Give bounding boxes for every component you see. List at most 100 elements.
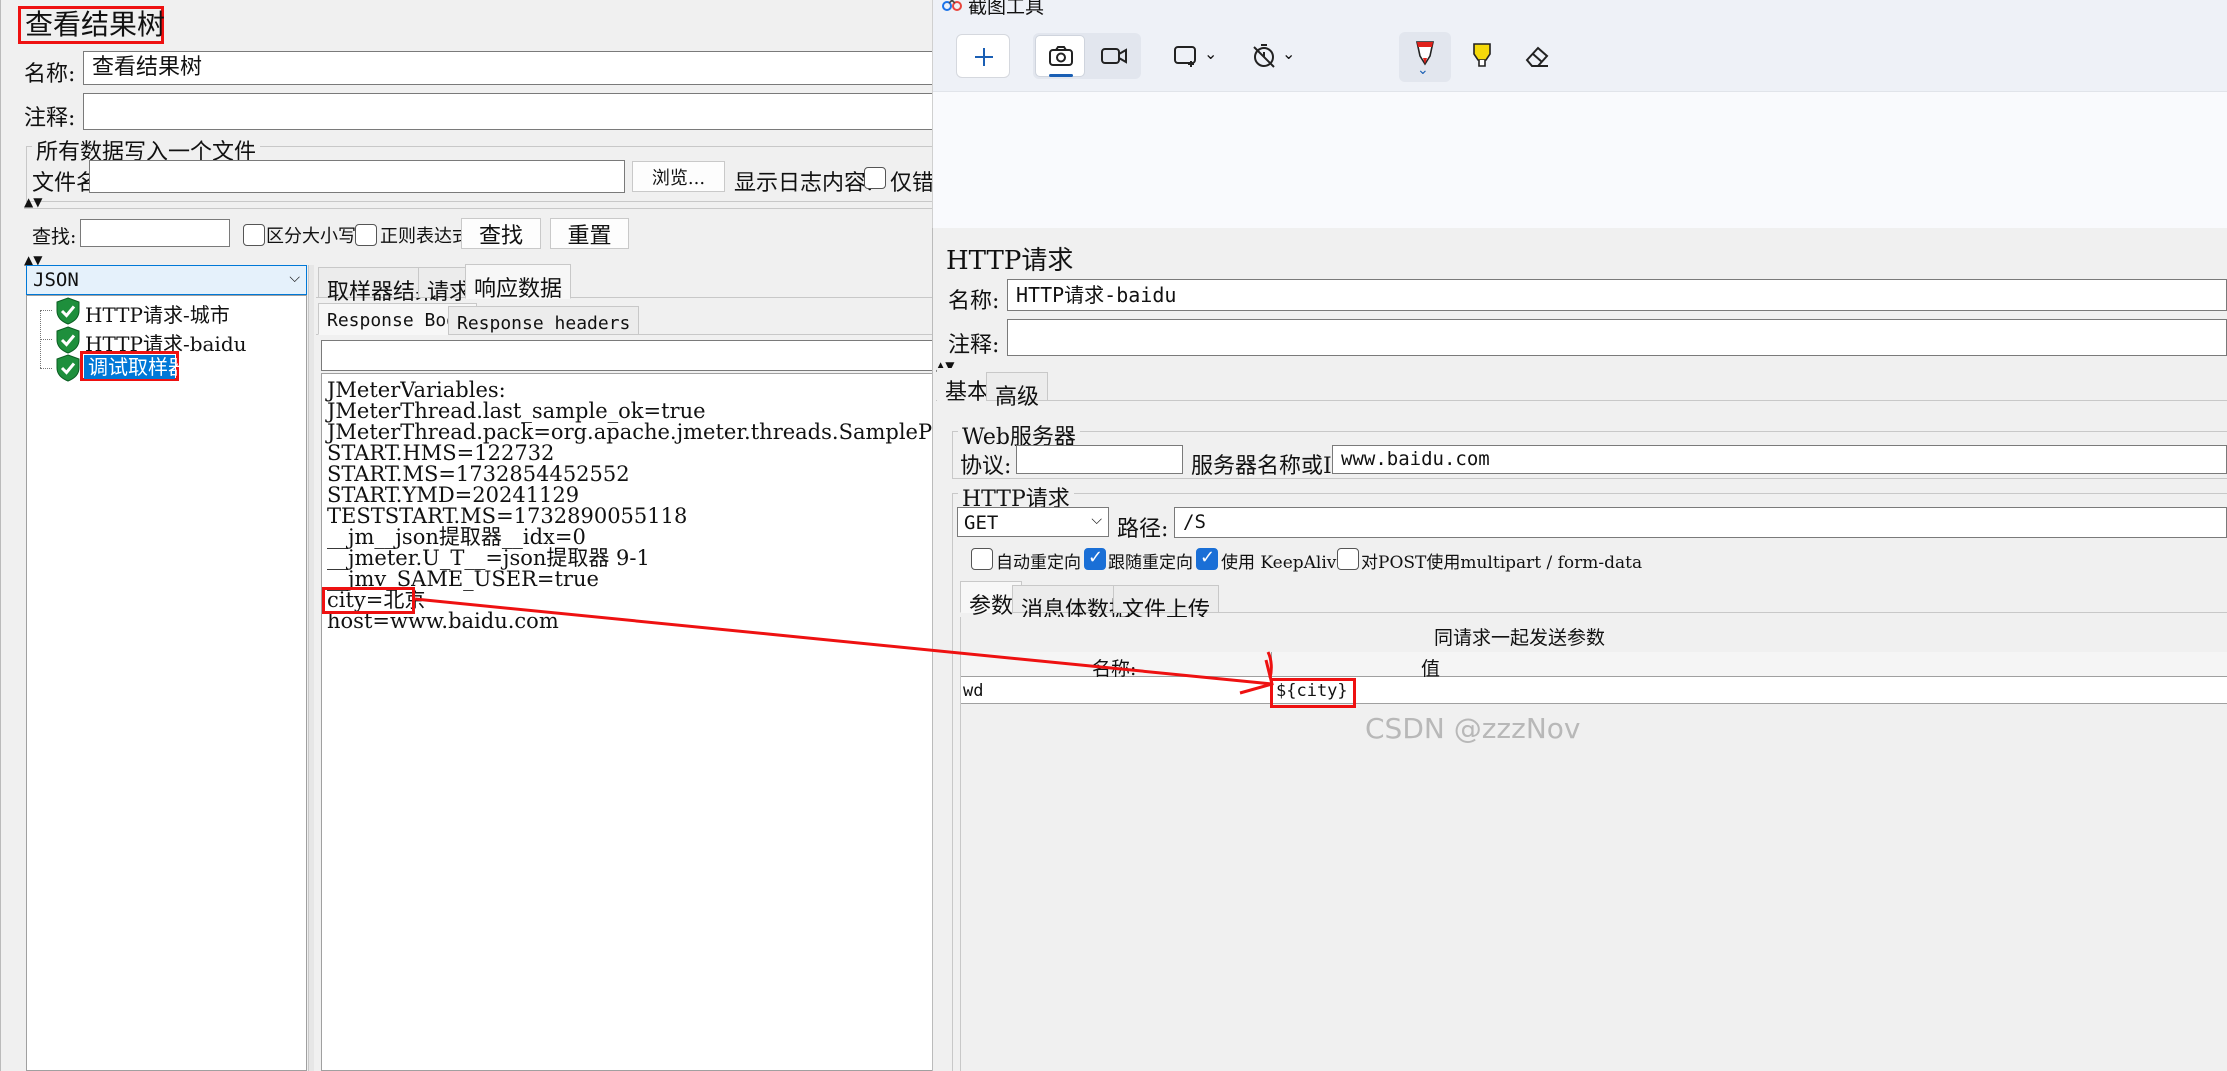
- case-checkbox[interactable]: [243, 224, 265, 246]
- snip-timer-dropdown[interactable]: ⌄: [1248, 38, 1302, 74]
- protocol-label: 协议:: [960, 454, 1012, 479]
- auto-redirect-checkbox[interactable]: [971, 548, 993, 570]
- highlighter-icon: [1473, 43, 1491, 67]
- snip-body: [933, 92, 2227, 228]
- snip-app-icon: [942, 0, 962, 11]
- send-with-request-label: 同请求一起发送参数: [1434, 627, 1606, 649]
- browse-button[interactable]: 浏览...: [632, 161, 725, 192]
- response-body: JMeterVariables: JMeterThread.last_sampl…: [321, 373, 1124, 1071]
- response-line: START.HMS=122732: [327, 441, 555, 465]
- path-label: 路径:: [1117, 517, 1169, 542]
- result-tree: [26, 295, 307, 1071]
- follow-redirect-checkbox[interactable]: [1084, 547, 1106, 570]
- splitter-bar[interactable]: [308, 265, 314, 1071]
- method-select[interactable]: GET ⌵: [957, 507, 1109, 537]
- snip-shape-dropdown[interactable]: ⌄: [1168, 38, 1222, 74]
- multipart-checkbox[interactable]: [1337, 548, 1359, 570]
- reset-button[interactable]: 重置: [550, 218, 629, 249]
- renderer-select[interactable]: JSON ⌵: [26, 265, 307, 295]
- success-shield-icon: [56, 354, 80, 382]
- tab-advanced[interactable]: 高级: [986, 372, 1049, 410]
- rectangle-snip-icon: [1174, 46, 1196, 67]
- search-input[interactable]: [80, 219, 230, 247]
- video-icon: [1101, 48, 1127, 64]
- file-input[interactable]: [89, 160, 625, 193]
- comment-input[interactable]: [83, 93, 935, 130]
- response-line-city: city=北京: [327, 588, 426, 612]
- response-line: START.YMD=20241129: [327, 483, 580, 507]
- chevron-down-icon: ⌵: [289, 270, 300, 286]
- new-snip-button[interactable]: [956, 34, 1010, 78]
- chevron-down-icon: ⌄: [1417, 62, 1429, 78]
- case-label: 区分大小写: [266, 226, 356, 247]
- snip-title: 截图工具: [968, 0, 1045, 18]
- tab-response-data[interactable]: 响应数据: [465, 264, 572, 302]
- params-row-line: [961, 703, 2227, 704]
- chevron-down-icon: ⌄: [1282, 44, 1296, 63]
- keepalive-label: 使用 KeepAlive: [1221, 553, 1347, 573]
- response-line: __jm__json提取器__idx=0: [327, 525, 586, 549]
- pen-tool-button[interactable]: ⌄: [1399, 32, 1451, 82]
- response-line: __jmv_SAME_USER=true: [327, 567, 599, 591]
- server-input[interactable]: www.baidu.com: [1332, 445, 2227, 474]
- success-shield-icon: [56, 326, 80, 354]
- tab-response-headers[interactable]: Response headers: [448, 306, 640, 335]
- log-label: 显示日志内容:: [734, 171, 874, 196]
- param-name-cell[interactable]: wd: [963, 681, 983, 701]
- value-highlight-box: [1270, 678, 1356, 708]
- keepalive-checkbox[interactable]: [1196, 547, 1218, 570]
- highlighter-tool-button[interactable]: [1462, 38, 1502, 78]
- response-line: TESTSTART.MS=1732890055118: [327, 504, 688, 528]
- response-line: START.MS=1732854452552: [327, 462, 630, 486]
- name-label: 名称:: [24, 62, 76, 87]
- renderer-select-value: JSON: [33, 269, 79, 291]
- http-tabs-line: [936, 400, 2227, 401]
- tree-item-selected-label[interactable]: 调试取样器: [80, 351, 188, 381]
- path-input[interactable]: /S: [1174, 507, 2227, 538]
- http-comment-label: 注释:: [948, 333, 1000, 358]
- response-line: JMeterThread.last_sample_ok=true: [327, 399, 706, 423]
- tree-connector: [40, 339, 52, 340]
- city-highlight-box: [322, 587, 415, 614]
- regex-checkbox[interactable]: [355, 224, 377, 246]
- server-label: 服务器名称或IP:: [1191, 454, 1354, 479]
- tree-connector: [40, 310, 52, 311]
- response-search-input[interactable]: [321, 340, 935, 371]
- eraser-icon: [1525, 46, 1549, 67]
- http-panel-title: HTTP请求: [946, 246, 1074, 276]
- response-line: JMeterThread.pack=org.apache.jmeter.thre…: [327, 420, 1124, 444]
- col-header-name[interactable]: 名称:: [1092, 654, 1136, 681]
- timer-icon: [1253, 44, 1275, 68]
- find-button[interactable]: 查找: [461, 218, 541, 249]
- col-header-value[interactable]: 值: [1421, 654, 1440, 681]
- protocol-input[interactable]: [1016, 445, 1183, 474]
- search-label: 查找:: [32, 226, 77, 248]
- splitter-arrows[interactable]: ▲▼: [24, 196, 42, 208]
- watermark: CSDN @zzzNov: [1365, 712, 1581, 745]
- regex-label: 正则表达式: [380, 226, 470, 247]
- response-line: __jmeter.U_T__=json提取器 9-1: [327, 546, 650, 570]
- errors-only-checkbox[interactable]: [864, 167, 886, 189]
- panel-title: 查看结果树: [18, 6, 165, 44]
- http-name-input[interactable]: HTTP请求-baidu: [1007, 279, 2227, 311]
- method-value: GET: [964, 512, 999, 534]
- camera-mode-button[interactable]: [1035, 35, 1085, 77]
- auto-redirect-label: 自动重定向: [996, 553, 1081, 573]
- plus-icon: [975, 48, 993, 66]
- chevron-down-icon: ⌵: [1091, 512, 1102, 528]
- params-header: [961, 652, 2227, 677]
- http-comment-input[interactable]: [1007, 319, 2227, 356]
- video-mode-button[interactable]: [1089, 35, 1139, 77]
- tab-file-upload[interactable]: 文件上传: [1113, 585, 1220, 623]
- comment-label: 注释:: [24, 106, 76, 131]
- success-shield-icon: [56, 297, 80, 325]
- eraser-tool-button[interactable]: [1518, 38, 1558, 78]
- camera-icon: [1049, 46, 1073, 66]
- response-line: JMeterVariables:: [327, 378, 506, 402]
- name-input[interactable]: 查看结果树: [83, 51, 935, 85]
- http-name-label: 名称:: [948, 289, 1000, 314]
- errors-only-label: 仅错误: [890, 171, 935, 196]
- tree-item-label: HTTP请求-城市: [85, 303, 230, 327]
- multipart-label: 对POST使用multipart / form-data: [1361, 553, 1643, 573]
- chevron-down-icon: ⌄: [1204, 44, 1218, 63]
